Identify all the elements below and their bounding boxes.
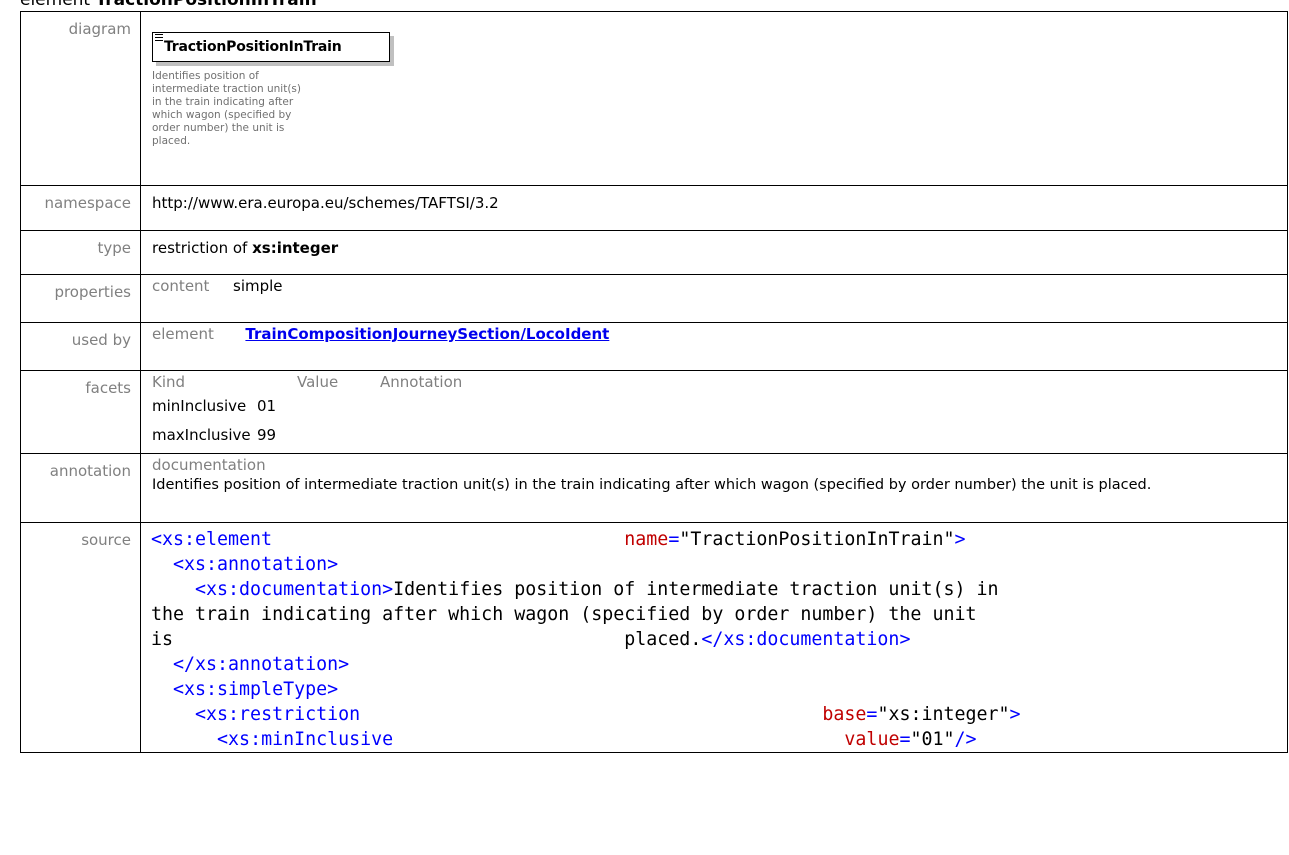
src-tag: </xs:annotation> bbox=[173, 654, 350, 675]
used-by-link[interactable]: TrainCompositionJourneySection/LocoIdent bbox=[245, 325, 609, 343]
src-tag: <xs:minInclusive bbox=[217, 729, 394, 750]
src-tag: <xs:documentation> bbox=[195, 579, 394, 600]
annotation-label: annotation bbox=[20, 453, 141, 523]
facets-label: facets bbox=[20, 370, 141, 454]
src-tag: <xs:simpleType> bbox=[173, 679, 339, 700]
src-tag: </xs:documentation> bbox=[701, 629, 911, 650]
src-attr: value bbox=[844, 729, 900, 750]
src-text: placed. bbox=[624, 629, 702, 650]
type-row: type restriction of xs:integer bbox=[20, 230, 1288, 275]
src-text: the train indicating after which wagon (… bbox=[151, 604, 977, 625]
facets-header-value: Value bbox=[297, 373, 339, 391]
annotation-row: annotation documentation Identifies posi… bbox=[20, 453, 1288, 523]
type-label: type bbox=[20, 230, 141, 275]
annotation-text: Identifies position of intermediate trac… bbox=[152, 477, 1152, 493]
type-base: xs:integer bbox=[252, 239, 339, 257]
diagram-description: Identifies position of intermediate trac… bbox=[152, 70, 301, 147]
facets-header-kind: Kind bbox=[152, 373, 186, 391]
annotation-cell: documentation Identifies position of int… bbox=[140, 453, 1288, 523]
source-label: source bbox=[20, 522, 141, 753]
properties-cell: content simple bbox=[140, 274, 1288, 323]
properties-row: properties content simple bbox=[20, 274, 1288, 323]
namespace-label: namespace bbox=[20, 185, 141, 231]
src-tag: <xs:annotation> bbox=[173, 554, 339, 575]
src-text: is bbox=[151, 629, 174, 650]
heading-prefix: element bbox=[20, 0, 91, 10]
facet-kind: maxInclusive bbox=[152, 426, 251, 444]
used-by-label: used by bbox=[20, 322, 141, 371]
src-attr-value: "01" bbox=[910, 729, 955, 750]
properties-label: properties bbox=[20, 274, 141, 323]
namespace-value: http://www.era.europa.eu/schemes/TAFTSI/… bbox=[140, 185, 1288, 231]
src-attr-value: "TractionPositionInTrain" bbox=[679, 529, 955, 550]
facets-cell: Kind Value Annotation minInclusive 01 ma… bbox=[140, 370, 1288, 454]
facets-table: Kind Value Annotation minInclusive 01 ma… bbox=[152, 373, 1287, 449]
element-icon bbox=[155, 34, 163, 43]
src-tag: <xs:restriction bbox=[195, 704, 361, 725]
facets-row: facets Kind Value Annotation minInclusiv… bbox=[20, 370, 1288, 454]
used-by-kind: element bbox=[152, 325, 214, 343]
src-attr: name bbox=[624, 529, 669, 550]
heading-element-name: TractionPositionInTrain bbox=[95, 0, 317, 10]
diagram-element-box: TractionPositionInTrain bbox=[152, 32, 390, 62]
src-attr: base bbox=[822, 704, 867, 725]
facet-value: 01 bbox=[257, 397, 277, 415]
src-text: Identifies position of intermediate trac… bbox=[393, 579, 999, 600]
source-code: <xs:element name="TractionPositionInTrai… bbox=[151, 529, 1021, 750]
diagram-element-name: TractionPositionInTrain bbox=[164, 39, 342, 55]
diagram-label: diagram bbox=[20, 11, 141, 186]
src-tag: <xs:element bbox=[151, 529, 273, 550]
annotation-head: documentation bbox=[152, 456, 266, 474]
facet-kind: minInclusive bbox=[152, 397, 247, 415]
page-heading: element TractionPositionInTrain bbox=[20, 0, 317, 11]
source-cell: <xs:element name="TractionPositionInTrai… bbox=[140, 522, 1288, 753]
source-row: source <xs:element name="TractionPositio… bbox=[20, 522, 1288, 753]
namespace-row: namespace http://www.era.europa.eu/schem… bbox=[20, 185, 1288, 231]
properties-key: content bbox=[152, 277, 210, 295]
properties-value: simple bbox=[233, 277, 283, 295]
facet-value: 99 bbox=[257, 426, 277, 444]
type-prefix: restriction of bbox=[152, 239, 248, 257]
type-value: restriction of xs:integer bbox=[140, 230, 1288, 275]
facets-header-annotation: Annotation bbox=[380, 373, 463, 391]
used-by-cell: element TrainCompositionJourneySection/L… bbox=[140, 322, 1288, 371]
used-by-row: used by element TrainCompositionJourneyS… bbox=[20, 322, 1288, 371]
src-attr-value: "xs:integer" bbox=[877, 704, 1010, 725]
